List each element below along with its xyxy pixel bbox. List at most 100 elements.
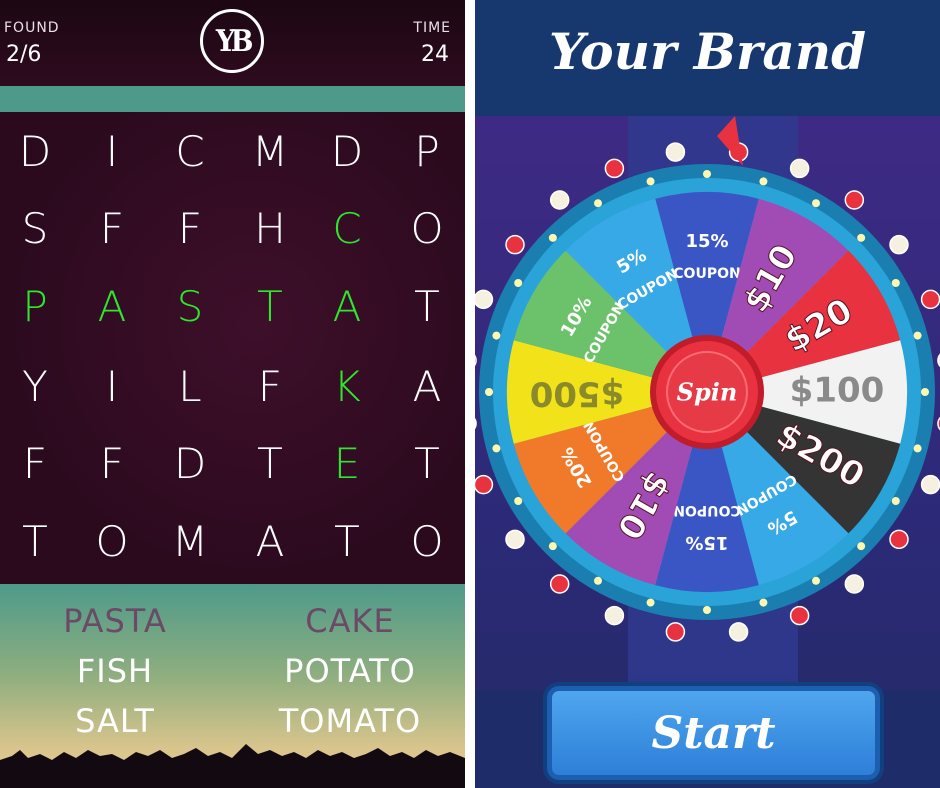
- rim-bulb: [728, 622, 749, 642]
- grid-letter[interactable]: A: [402, 366, 452, 408]
- rim-bulb: [844, 574, 865, 594]
- segment-percent: 15%: [685, 532, 728, 553]
- divider-bar: [0, 86, 465, 112]
- grid-letter[interactable]: F: [10, 443, 60, 485]
- rim-light: [891, 279, 900, 287]
- grid-letter[interactable]: E: [322, 443, 372, 485]
- grid-letter[interactable]: D: [165, 443, 215, 485]
- grid-letter[interactable]: S: [165, 286, 215, 328]
- grid-letter[interactable]: F: [165, 208, 215, 250]
- rim-bulb: [604, 158, 625, 179]
- rim-bulb: [665, 622, 686, 642]
- target-word: PASTA: [63, 602, 167, 640]
- grid-letter[interactable]: T: [245, 443, 295, 485]
- rim-light: [594, 576, 602, 585]
- rim-bulb: [475, 474, 494, 495]
- rim-light: [891, 497, 900, 505]
- grid-letter[interactable]: A: [245, 521, 295, 563]
- grid-letter[interactable]: O: [87, 521, 137, 563]
- grid-letter[interactable]: H: [245, 208, 295, 250]
- segment-label: $500: [530, 374, 625, 414]
- grid-letter[interactable]: A: [87, 286, 137, 328]
- spin-label: Spin: [677, 378, 738, 407]
- grid-letter[interactable]: I: [87, 131, 137, 173]
- rim-light: [492, 331, 501, 340]
- rim-bulb: [549, 190, 570, 210]
- yb-logo: YB: [200, 9, 264, 73]
- hud-bar: FOUND 2/6 YB TIME 24: [0, 0, 465, 86]
- word-search-panel: FOUND 2/6 YB TIME 24 DICMDPSFFHCOPASTATY…: [0, 0, 465, 788]
- grid-letter[interactable]: C: [165, 131, 215, 173]
- grid-letter[interactable]: D: [322, 131, 372, 173]
- grid-letter[interactable]: T: [322, 521, 372, 563]
- letter-grid-background: [0, 112, 465, 584]
- grid-letter[interactable]: P: [10, 286, 60, 328]
- rim-bulb: [920, 289, 940, 310]
- rim-bulb: [505, 529, 525, 550]
- rim-bulb: [475, 354, 477, 367]
- rim-light: [703, 606, 711, 614]
- rim-bulb: [549, 574, 570, 594]
- rim-light: [921, 388, 929, 396]
- rim-light: [759, 177, 768, 186]
- rim-light: [857, 233, 866, 242]
- rim-light: [646, 598, 655, 607]
- grid-letter[interactable]: F: [87, 443, 137, 485]
- target-word: FISH: [76, 652, 154, 690]
- brand-header: Your Brand: [475, 0, 940, 116]
- rim-bulb: [789, 605, 810, 626]
- grid-letter[interactable]: T: [10, 521, 60, 563]
- rim-bulb: [889, 234, 909, 255]
- rim-bulb: [889, 529, 909, 550]
- grid-letter[interactable]: D: [10, 131, 60, 173]
- grid-letter[interactable]: K: [322, 366, 372, 408]
- segment-label: $100: [790, 371, 885, 411]
- rim-bulb: [604, 605, 625, 626]
- rim-bulb: [475, 289, 494, 310]
- prize-wheel-panel: Your Brand 15% COUPON $10 $20 $100 $200 5% COUP…: [475, 0, 940, 788]
- brand-title: Your Brand: [548, 22, 867, 81]
- grid-letter[interactable]: T: [245, 286, 295, 328]
- rim-bulb: [920, 474, 940, 495]
- segment-label: COUPON: [673, 502, 740, 518]
- start-button[interactable]: Start: [547, 686, 880, 780]
- rim-light: [594, 199, 602, 208]
- rim-light: [913, 444, 922, 453]
- grid-letter[interactable]: O: [402, 521, 452, 563]
- grid-letter[interactable]: A: [322, 286, 372, 328]
- rim-light: [514, 279, 523, 287]
- grid-letter[interactable]: T: [402, 286, 452, 328]
- grid-letter[interactable]: Y: [10, 366, 60, 408]
- target-word: CAKE: [305, 602, 395, 640]
- rim-light: [857, 542, 866, 551]
- prize-wheel[interactable]: 15%COUPON$10$20$100$2005%COUPON15%COUPON…: [475, 116, 940, 676]
- segment-percent: 15%: [685, 231, 728, 252]
- rim-light: [759, 598, 768, 607]
- grid-letter[interactable]: F: [245, 366, 295, 408]
- rim-light: [812, 199, 820, 208]
- rim-light: [646, 177, 655, 186]
- target-word: POTATO: [284, 652, 416, 690]
- time-label: TIME: [413, 20, 451, 36]
- found-label: FOUND: [4, 20, 60, 36]
- grid-letter[interactable]: O: [402, 208, 452, 250]
- rim-bulb: [505, 234, 525, 255]
- segment-label: COUPON: [673, 266, 740, 282]
- grid-letter[interactable]: L: [165, 366, 215, 408]
- logo-text: YB: [215, 23, 253, 59]
- grid-letter[interactable]: C: [322, 208, 372, 250]
- grid-letter[interactable]: F: [87, 208, 137, 250]
- grid-letter[interactable]: P: [402, 131, 452, 173]
- rim-light: [703, 170, 711, 178]
- grid-letter[interactable]: I: [87, 366, 137, 408]
- time-value: 24: [421, 42, 449, 67]
- grid-letter[interactable]: M: [165, 521, 215, 563]
- grid-letter[interactable]: T: [402, 443, 452, 485]
- grid-letter[interactable]: S: [10, 208, 60, 250]
- rim-light: [485, 388, 493, 396]
- found-count: 2/6: [6, 42, 42, 67]
- pointer-icon: [717, 116, 743, 166]
- grid-letter[interactable]: M: [245, 131, 295, 173]
- rim-light: [514, 497, 523, 505]
- rim-bulb: [789, 158, 810, 179]
